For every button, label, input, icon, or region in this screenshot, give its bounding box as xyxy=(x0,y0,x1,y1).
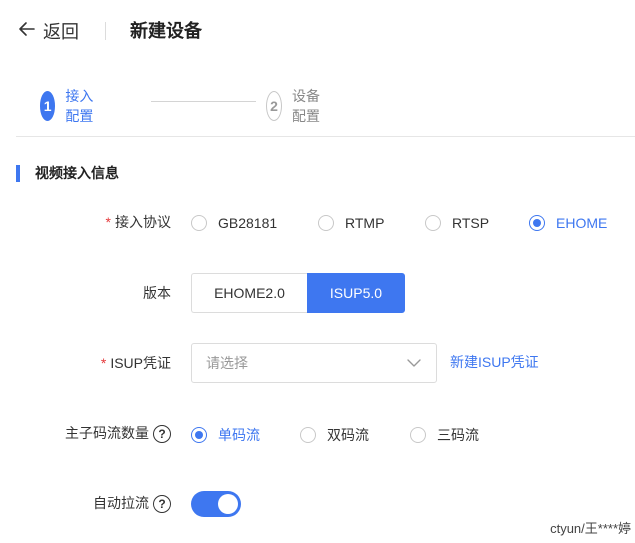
section-title-text: 视频接入信息 xyxy=(35,165,119,181)
radio-circle xyxy=(410,427,426,443)
radio-circle xyxy=(318,215,334,231)
step-access-config[interactable]: 1 接入配置 xyxy=(40,86,94,126)
protocol-radio-rtmp[interactable]: RTMP xyxy=(318,213,384,233)
step-label: 接入配置 xyxy=(65,88,94,124)
question-circle-icon[interactable]: ? xyxy=(153,425,171,444)
back-button[interactable]: 返回 xyxy=(17,19,79,44)
protocol-radio-ehome[interactable]: EHOME xyxy=(529,213,607,233)
radio-label: GB28181 xyxy=(218,215,278,231)
radio-label: 单码流 xyxy=(218,427,260,443)
watermark: ctyun/王****婷 xyxy=(550,521,631,536)
radio-circle xyxy=(529,215,545,231)
arrow-left-icon xyxy=(17,19,37,44)
radio-circle xyxy=(300,427,316,443)
protocol-radio-rtsp[interactable]: RTSP xyxy=(425,213,489,233)
radio-circle xyxy=(191,427,207,443)
protocol-radio-gb28181[interactable]: GB28181 xyxy=(191,213,277,233)
step-device-config[interactable]: 2 设备配置 xyxy=(266,86,320,126)
radio-circle xyxy=(425,215,441,231)
radio-label: EHOME xyxy=(556,215,608,231)
page-header: 返回 新建设备 xyxy=(0,0,635,62)
version-label: 版本 xyxy=(143,285,171,301)
new-isup-credential-link[interactable]: 新建ISUP凭证 xyxy=(450,352,539,372)
section-accent-bar xyxy=(16,164,20,182)
stream-radio-dual[interactable]: 双码流 xyxy=(300,425,369,445)
version-option-ehome2[interactable]: EHOME2.0 xyxy=(191,273,307,313)
toggle-knob xyxy=(218,494,238,514)
stream-radio-single[interactable]: 单码流 xyxy=(191,425,260,445)
chevron-down-icon xyxy=(406,355,422,371)
header-divider xyxy=(105,22,106,40)
page-title: 新建设备 xyxy=(130,21,202,41)
isup-credential-select[interactable]: 请选择 xyxy=(191,343,437,383)
radio-label: RTMP xyxy=(345,215,385,231)
step-label: 设备配置 xyxy=(292,88,320,124)
auto-pull-toggle[interactable] xyxy=(191,491,241,517)
auto-pull-label: 自动拉流? xyxy=(11,493,171,514)
step-number: 2 xyxy=(266,91,282,121)
version-option-isup5[interactable]: ISUP5.0 xyxy=(307,273,405,313)
radio-label: 三码流 xyxy=(437,427,479,443)
auto-pull-label-text: 自动拉流 xyxy=(93,495,149,511)
stream-count-label: 主子码流数量? xyxy=(11,423,171,444)
protocol-label-text: 接入协议 xyxy=(115,214,171,230)
radio-circle xyxy=(191,215,207,231)
radio-label: 双码流 xyxy=(327,427,369,443)
protocol-label: * 接入协议 xyxy=(11,212,171,232)
back-label: 返回 xyxy=(43,21,79,42)
select-placeholder: 请选择 xyxy=(206,355,248,371)
question-circle-icon[interactable]: ? xyxy=(153,495,171,514)
step-number: 1 xyxy=(40,91,56,121)
stream-count-label-text: 主子码流数量 xyxy=(65,425,149,441)
isup-credential-label: * ISUP凭证 xyxy=(11,353,171,373)
required-mark: * xyxy=(100,355,107,371)
divider xyxy=(16,136,635,137)
version-segmented-control: EHOME2.0 ISUP5.0 xyxy=(191,273,405,313)
required-mark: * xyxy=(105,214,111,230)
section-title: 视频接入信息 xyxy=(16,164,119,182)
step-connector xyxy=(151,101,256,102)
radio-label: RTSP xyxy=(452,215,490,231)
isup-credential-label-text: ISUP凭证 xyxy=(110,355,171,371)
stream-radio-triple[interactable]: 三码流 xyxy=(410,425,479,445)
